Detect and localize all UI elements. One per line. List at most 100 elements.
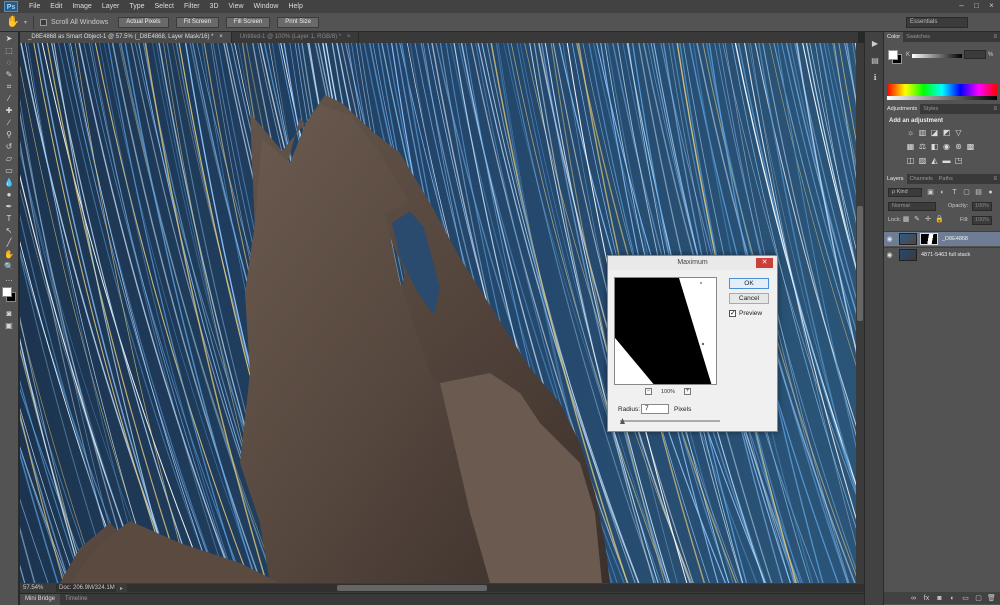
cancel-button[interactable]: Cancel	[729, 293, 769, 304]
zoom-in-button[interactable]: +	[684, 388, 692, 395]
dodge-tool-icon[interactable]: ●	[2, 189, 16, 200]
close-tab-icon[interactable]: ×	[347, 34, 351, 40]
marquee-tool-icon[interactable]: ⬚	[2, 45, 16, 56]
lock-image-icon[interactable]: ✎	[913, 216, 921, 224]
black-white-icon[interactable]: ◧	[930, 142, 939, 151]
new-adjustment-icon[interactable]: ◐	[948, 595, 957, 602]
menu-window[interactable]: Window	[249, 0, 284, 13]
link-layers-icon[interactable]: ∞	[909, 595, 918, 602]
preview-option[interactable]: ✓ Preview	[729, 310, 762, 317]
tab-timeline[interactable]: Timeline	[60, 594, 92, 605]
scroll-all-windows-checkbox[interactable]	[40, 18, 48, 26]
menu-type[interactable]: Type	[124, 0, 149, 13]
zoom-level[interactable]: 57.54%	[20, 585, 56, 591]
filter-type-icon[interactable]: T	[950, 188, 959, 197]
tab-layers[interactable]: Layers	[884, 174, 907, 184]
horizontal-scroll-thumb[interactable]	[337, 585, 488, 591]
tab-mini-bridge[interactable]: Mini Bridge	[20, 594, 61, 605]
zoom-out-button[interactable]: −	[645, 388, 652, 395]
print-size-button[interactable]: Print Size	[277, 16, 319, 28]
vertical-scrollbar[interactable]	[856, 43, 864, 583]
lock-all-icon[interactable]: 🔒	[935, 216, 944, 224]
quick-mask-icon[interactable]: ◙	[2, 308, 16, 319]
horizontal-scrollbar[interactable]	[127, 584, 864, 592]
type-tool-icon[interactable]: T	[2, 213, 16, 224]
clone-stamp-tool-icon[interactable]: ⚲	[2, 129, 16, 140]
menu-filter[interactable]: Filter	[179, 0, 205, 13]
quick-select-tool-icon[interactable]: ✎	[2, 69, 16, 80]
fit-screen-button[interactable]: Fit Screen	[175, 16, 219, 28]
layer-mask-thumbnail[interactable]	[920, 233, 938, 245]
lasso-tool-icon[interactable]: ◌	[2, 57, 16, 68]
document-tab-active[interactable]: _D8E4868 as Smart Object-1 @ 57.5% (_D8E…	[20, 32, 232, 43]
menu-image[interactable]: Image	[67, 0, 96, 13]
preview-checkbox[interactable]: ✓	[729, 310, 736, 317]
dialog-title-bar[interactable]: Maximum ✕	[608, 256, 777, 270]
eraser-tool-icon[interactable]: ▱	[2, 153, 16, 164]
menu-3d[interactable]: 3D	[205, 0, 224, 13]
layer-name[interactable]: _D8E4868	[942, 236, 968, 242]
menu-edit[interactable]: Edit	[45, 0, 67, 13]
document-tab-untitled[interactable]: Untitled-1 @ 100% (Layer 1, RGB/8) * ×	[232, 32, 360, 43]
hand-icon[interactable]: ✋	[6, 15, 24, 29]
history-icon[interactable]: ▤	[868, 55, 882, 66]
menu-select[interactable]: Select	[150, 0, 179, 13]
tab-channels[interactable]: Channels	[907, 174, 936, 184]
exposure-icon[interactable]: ◩	[942, 128, 951, 137]
menu-help[interactable]: Help	[283, 0, 307, 13]
pen-tool-icon[interactable]: ✒	[2, 201, 16, 212]
color-swatches[interactable]	[1, 287, 17, 305]
opacity-input[interactable]: 100%	[972, 202, 992, 211]
path-selection-tool-icon[interactable]: ↖	[2, 225, 16, 236]
status-menu-arrow-icon[interactable]: ▸	[120, 585, 123, 592]
info-icon[interactable]: ℹ	[868, 72, 882, 83]
filter-pixel-icon[interactable]: ▣	[926, 188, 935, 197]
new-layer-icon[interactable]: ▢	[974, 594, 983, 602]
hand-tool-icon[interactable]: ✋	[2, 249, 16, 260]
maximize-button[interactable]: □	[970, 0, 983, 11]
layer-row-selected[interactable]: ◉ _D8E4868	[884, 231, 1000, 246]
posterize-icon[interactable]: ▨	[918, 156, 927, 165]
tab-paths[interactable]: Paths	[936, 174, 956, 184]
more-tools-icon[interactable]: …	[2, 273, 16, 284]
panel-menu-icon[interactable]: ≡	[993, 32, 997, 42]
minimize-button[interactable]: –	[955, 0, 968, 11]
screen-mode-icon[interactable]: ▣	[2, 320, 16, 331]
lock-transparent-icon[interactable]: ▦	[902, 216, 910, 224]
dialog-close-icon[interactable]: ✕	[756, 258, 773, 268]
history-brush-tool-icon[interactable]: ↺	[2, 141, 16, 152]
color-spectrum[interactable]	[887, 84, 997, 96]
menu-file[interactable]: File	[24, 0, 45, 13]
menu-view[interactable]: View	[224, 0, 249, 13]
color-balance-icon[interactable]: ⚖	[918, 142, 927, 151]
workspace-switcher[interactable]: Essentials	[906, 17, 968, 28]
fill-screen-button[interactable]: Fill Screen	[225, 16, 271, 28]
color-foreground-swatch[interactable]	[888, 50, 898, 60]
gradient-tool-icon[interactable]: ▭	[2, 165, 16, 176]
levels-icon[interactable]: ▥	[918, 128, 927, 137]
layer-kind-filter[interactable]: ρ Kind	[888, 188, 922, 197]
k-channel-input[interactable]	[964, 50, 986, 59]
brightness-icon[interactable]: ☼	[906, 128, 915, 137]
tab-color[interactable]: Color	[884, 32, 904, 42]
eye-icon[interactable]: ◉	[884, 251, 895, 259]
add-mask-icon[interactable]: ◙	[935, 595, 944, 602]
k-channel-slider[interactable]	[912, 54, 962, 58]
channel-mixer-icon[interactable]: ⊛	[954, 142, 963, 151]
layer-row[interactable]: ◉ 4871-5463 full stack	[884, 247, 1000, 262]
filter-shape-icon[interactable]: ▢	[962, 188, 971, 197]
zoom-tool-icon[interactable]: 🔍	[2, 261, 16, 272]
radius-input[interactable]: 7	[641, 404, 669, 414]
threshold-icon[interactable]: ◭	[930, 156, 939, 165]
grayscale-ramp[interactable]	[887, 96, 997, 100]
layer-style-icon[interactable]: fx	[922, 595, 931, 602]
filter-smart-object-icon[interactable]: ▤	[974, 188, 983, 197]
panel-menu-icon[interactable]: ≡	[993, 104, 997, 114]
line-tool-icon[interactable]: ╱	[2, 237, 16, 248]
close-tab-icon[interactable]: ×	[219, 34, 223, 40]
tab-swatches[interactable]: Swatches	[903, 32, 933, 42]
eye-icon[interactable]: ◉	[884, 235, 895, 243]
panel-menu-icon[interactable]: ≡	[993, 174, 997, 184]
invert-icon[interactable]: ◫	[906, 156, 915, 165]
actual-pixels-button[interactable]: Actual Pixels	[118, 16, 169, 28]
